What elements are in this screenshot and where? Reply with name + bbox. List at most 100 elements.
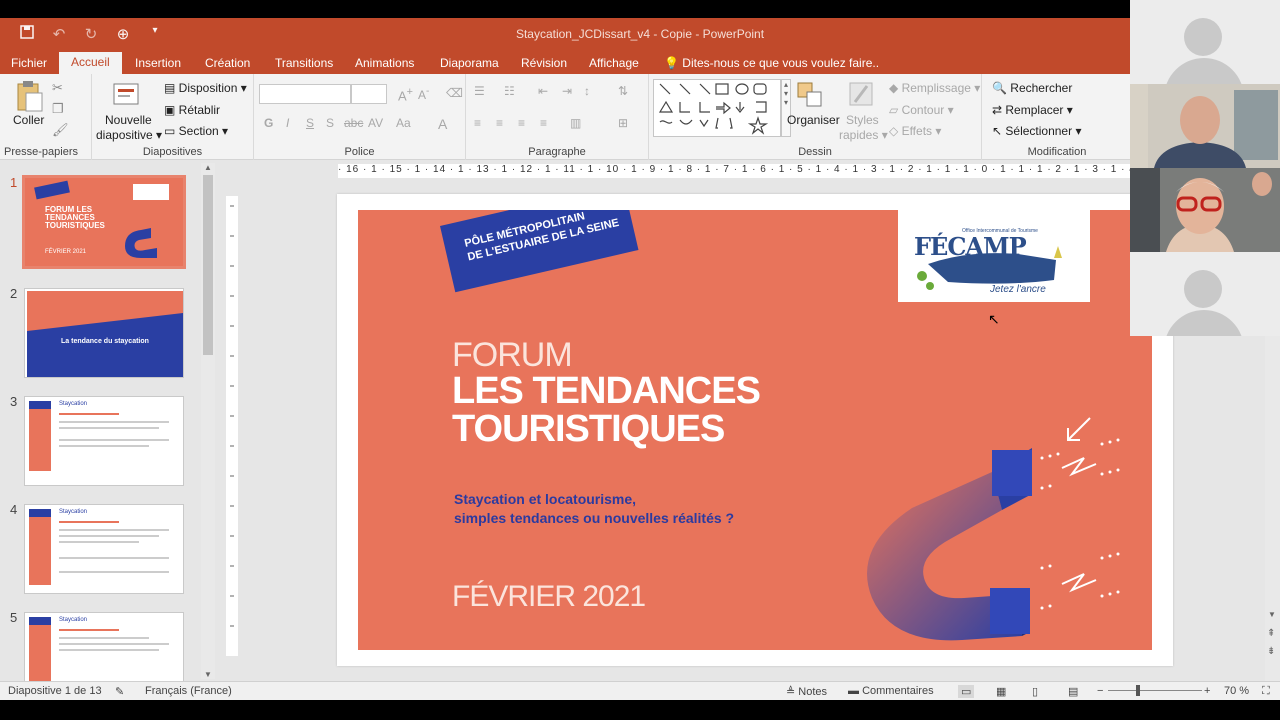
shape-fill-button[interactable]: ◆ Remplissage ▾ [889,81,980,95]
shapes-scroll[interactable]: ▴ ▾ ▾ [781,79,791,137]
arrange-button[interactable]: Organiser [787,113,840,127]
current-slide[interactable]: PÔLE MÉTROPOLITAIN DE L'ESTUAIRE DE LA S… [358,210,1152,650]
bullets-icon[interactable]: ☰ [474,84,485,98]
tab-accueil[interactable]: Accueil [59,52,122,74]
new-slide-label-2[interactable]: diapositive ▾ [96,128,162,142]
columns-icon[interactable]: ▥ [570,116,581,130]
language-indicator[interactable]: Français (France) [145,685,232,697]
zoom-in-icon[interactable]: + [1204,685,1210,697]
thumbnail-slide-2[interactable]: La tendance du staycation [24,288,184,378]
smartart-icon[interactable]: ⊞ [618,116,628,130]
thumbnail-scrollbar[interactable]: ▲ ▼ [201,163,215,679]
grow-font-icon[interactable]: A+ [398,86,413,103]
next-slide-icon[interactable]: ⇟ [1267,646,1275,657]
font-size-input[interactable] [351,84,387,104]
tab-animations[interactable]: Animations [355,56,414,70]
participant-video[interactable] [1130,168,1280,252]
quick-styles-icon[interactable] [847,80,877,112]
shadow-button[interactable]: S [326,116,334,130]
slideshow-icon[interactable]: ▤ [1068,685,1078,698]
tell-me-box[interactable]: 💡 Dites-nous ce que vous voulez faire.. [664,56,879,70]
font-color-button[interactable]: A [438,116,447,132]
quick-styles-label-2[interactable]: rapides ▾ [839,128,888,142]
thumbnail-slide-4[interactable]: Staycation [24,504,184,594]
participant-video[interactable] [1130,84,1280,168]
comments-button[interactable]: ▬ Commentaires [848,685,934,697]
zoom-out-icon[interactable]: − [1097,685,1103,697]
bold-button[interactable]: G [264,116,273,130]
participant-tile[interactable] [1130,0,1280,84]
tab-revision[interactable]: Révision [521,56,567,70]
align-center-icon[interactable]: ≡ [496,116,503,130]
thumbnail-slide-1[interactable]: FORUM LES TENDANCES TOURISTIQUES FÉVRIER… [22,175,186,269]
slide-scrollbar[interactable]: ▼ ⇞ ⇟ [1265,336,1280,681]
spellcheck-icon[interactable]: ✎ [115,685,124,698]
strikethrough-button[interactable]: abc [344,116,363,130]
zoom-level[interactable]: 70 % [1224,685,1249,697]
replace-button[interactable]: ⇄ Remplacer ▾ [992,103,1073,117]
paste-button[interactable]: Coller [13,113,44,127]
arrange-icon[interactable] [795,80,825,112]
cut-icon[interactable]: ✂ [52,80,63,96]
prev-slide-icon[interactable]: ⇞ [1267,628,1275,639]
layout-icon: ▤ [164,81,179,95]
thumbnail-number: 4 [10,502,18,517]
line-spacing-icon[interactable]: ↕ [584,84,590,98]
decrease-indent-icon[interactable]: ⇤ [538,84,548,98]
align-left-icon[interactable]: ≡ [474,116,481,130]
char-spacing-button[interactable]: AV [368,116,383,130]
clear-format-icon[interactable]: ⌫ [446,86,463,100]
justify-icon[interactable]: ≡ [540,116,547,130]
format-painter-icon[interactable]: 🖌 [52,122,69,138]
shrink-font-icon[interactable]: A- [418,86,429,102]
tell-me-text: Dites-nous ce que vous voulez faire.. [682,56,880,70]
tab-transitions[interactable]: Transitions [275,56,333,70]
participant-tile[interactable] [1130,252,1280,336]
zoom-slider-handle[interactable] [1136,685,1140,696]
normal-view-icon[interactable]: ▭ [958,685,975,698]
numbering-icon[interactable]: ☷ [504,84,515,98]
tab-affichage[interactable]: Affichage [589,56,639,70]
scroll-up-icon[interactable]: ▲ [204,163,212,172]
select-button[interactable]: ↖ Sélectionner ▾ [992,124,1081,138]
copy-icon[interactable]: ❐ [52,101,64,117]
quick-styles-label-1[interactable]: Styles [846,113,879,127]
shapes-gallery[interactable] [653,79,781,137]
shape-effects-button[interactable]: ◇ Effets ▾ [889,124,941,138]
increase-indent-icon[interactable]: ⇥ [562,84,572,98]
new-slide-icon[interactable] [112,80,142,112]
scroll-down-icon[interactable]: ▼ [204,670,212,679]
thumbnail-slide-3[interactable]: Staycation [24,396,184,486]
tab-diaporama[interactable]: Diaporama [440,56,499,70]
thumb-3-line [59,439,169,441]
thumbnail-slide-5[interactable]: Staycation [24,612,184,682]
slide-sorter-icon[interactable]: ▦ [996,685,1006,698]
tab-fichier[interactable]: Fichier [11,56,47,70]
scroll-down-icon[interactable]: ▼ [1268,610,1276,619]
tab-insertion[interactable]: Insertion [135,56,181,70]
zoom-slider[interactable] [1108,690,1202,691]
tab-creation[interactable]: Création [205,56,250,70]
section-button[interactable]: ▭ Section ▾ [164,124,228,138]
font-family-input[interactable] [259,84,351,104]
clipboard-label: Presse-papiers [4,146,78,158]
change-case-button[interactable]: Aa [396,116,411,130]
italic-button[interactable]: I [286,116,289,130]
layout-button[interactable]: ▤ Disposition ▾ [164,81,247,95]
new-slide-label-1[interactable]: Nouvelle [105,113,152,127]
align-right-icon[interactable]: ≡ [518,116,525,130]
find-button[interactable]: 🔍 Rechercher [992,81,1072,95]
scroll-thumb[interactable] [203,175,213,355]
underline-button[interactable]: S [306,116,314,130]
video-call-panel [1130,0,1280,336]
text-direction-icon[interactable]: ⇅ [618,84,628,98]
paste-icon[interactable] [14,80,44,112]
notes-button[interactable]: ≜ Notes [786,685,827,698]
paragraph-group-label: Paragraphe [528,146,586,158]
drawing-group-label: Dessin [798,146,832,158]
fit-slide-icon[interactable]: ⛶ [1262,685,1270,698]
reading-view-icon[interactable]: ▯ [1032,685,1038,698]
reset-button[interactable]: ▣ Rétablir [164,103,220,117]
shape-outline-button[interactable]: ▱ Contour ▾ [889,103,954,117]
thumb-banner [34,180,70,200]
